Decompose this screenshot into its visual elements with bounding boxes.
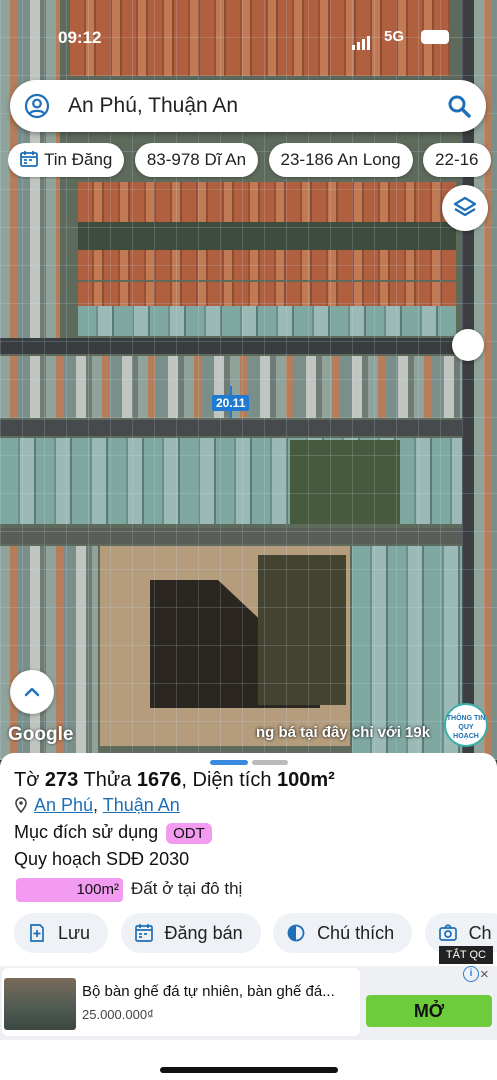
planning-info-logo[interactable]: THÔNG TIN QUY HOẠCH	[444, 703, 488, 747]
purpose-label: Mục đích sử dụng	[14, 822, 159, 842]
save-button[interactable]: Lưu	[14, 913, 109, 953]
chip-more[interactable]: 22-16	[423, 143, 491, 177]
map-block	[78, 282, 456, 306]
status-bar: 09:12 5G	[0, 0, 497, 70]
opacity-slider-handle[interactable]	[452, 329, 484, 361]
land-purpose: Mục đích sử dụng ODT	[14, 822, 212, 844]
sheet-handle[interactable]	[210, 760, 248, 765]
ad-price: 25.000.000₫	[82, 1007, 154, 1022]
map-block	[78, 222, 456, 250]
parcel-location: An Phú, Thuận An	[14, 795, 180, 816]
network-type: 5G	[384, 28, 405, 45]
chevron-up-icon	[24, 687, 40, 697]
listing-icon	[20, 151, 38, 167]
layers-button[interactable]	[442, 185, 488, 231]
ad-close-icon[interactable]: ×	[480, 966, 489, 983]
ad-card[interactable]: Bộ bàn ghế đá tự nhiên, bàn ghế đá... 25…	[2, 968, 360, 1036]
parcel-number: 1676	[136, 769, 182, 791]
parcel-title: Tờ 273 Thửa 1676, Diện tích 100m²	[14, 769, 335, 792]
scrub-area	[258, 555, 346, 705]
district-link[interactable]: Thuận An	[103, 795, 180, 815]
expand-up-button[interactable]	[10, 670, 54, 714]
bookmark-add-icon	[30, 924, 44, 942]
contrast-icon	[287, 924, 305, 942]
listing-icon	[134, 924, 153, 942]
legend-label: Chú thích	[317, 923, 395, 943]
user-icon[interactable]	[24, 93, 50, 119]
home-indicator[interactable]	[160, 1067, 338, 1073]
ad-image	[4, 978, 76, 1030]
location-separator: ,	[93, 795, 99, 815]
road	[0, 338, 497, 354]
plot-label[interactable]: 20.11	[212, 395, 250, 411]
ad-open-button[interactable]: MỞ	[366, 995, 492, 1027]
search-icon[interactable]	[446, 93, 472, 119]
search-bar[interactable]: An Phú, Thuận An	[10, 80, 486, 132]
search-input[interactable]: An Phú, Thuận An	[68, 94, 238, 118]
sheet-handle-secondary[interactable]	[252, 760, 288, 765]
status-time: 09:12	[58, 28, 102, 47]
map-block	[78, 306, 456, 336]
plan-title: Quy hoạch SDĐ 2030	[14, 849, 190, 869]
road	[0, 420, 497, 436]
road	[0, 528, 497, 544]
ad-info-icon[interactable]: i	[463, 966, 479, 982]
google-attribution: Google	[8, 724, 74, 745]
save-label: Lưu	[58, 923, 91, 943]
capture-label: Ch	[468, 923, 492, 943]
location-pin-icon	[15, 797, 27, 813]
promo-banner[interactable]: ng bá tại đây chỉ với 19k	[256, 724, 430, 741]
legend-button[interactable]: Chú thích	[273, 913, 413, 953]
parcel-sheet: Tờ 273 Thửa 1676, Diện tích 100m² An Phú…	[0, 753, 497, 1080]
chip-tin-dang[interactable]: Tin Đăng	[8, 143, 125, 177]
battery-icon	[421, 30, 449, 44]
plan-area-description: Đất ở tại đô thị	[131, 879, 243, 898]
map-block	[78, 250, 456, 280]
ward-link[interactable]: An Phú	[34, 795, 93, 815]
sheet-number: 273	[44, 769, 79, 791]
layers-icon	[453, 196, 477, 217]
hide-ads-button[interactable]: TẮT QC	[438, 946, 493, 964]
ad-banner[interactable]: TẮT QC Bộ bàn ghế đá tự nhiên, bàn ghế đ…	[0, 946, 497, 1040]
ad-title: Bộ bàn ghế đá tự nhiên, bàn ghế đá...	[82, 983, 335, 1000]
area-word: , Diện tích	[181, 769, 272, 791]
map-block	[78, 182, 456, 222]
chip-label: 22-16	[435, 150, 479, 169]
chip-label: 83-978 Dĩ An	[146, 150, 247, 169]
parcel-area: 100m²	[277, 769, 335, 791]
chip-di-an[interactable]: 83-978 Dĩ An	[134, 143, 259, 177]
plan-area-bar: 100m²	[16, 878, 123, 902]
chip-an-long[interactable]: 23-186 An Long	[268, 143, 413, 177]
post-sale-label: Đăng bán	[164, 923, 243, 943]
post-sale-button[interactable]: Đăng bán	[120, 913, 261, 953]
chip-label: 23-186 An Long	[280, 150, 401, 169]
signal-icon	[352, 30, 374, 50]
action-row: Lưu Đăng bán Chú thích Ch	[14, 913, 497, 955]
filter-chips: Tin Đăng 83-978 Dĩ An 23-186 An Long 22-…	[8, 143, 497, 179]
purpose-badge: ODT	[166, 823, 212, 844]
tree-area	[290, 440, 400, 524]
camera-icon	[438, 924, 457, 941]
chip-label: Tin Đăng	[44, 150, 113, 169]
title-prefix: Tờ	[14, 769, 40, 791]
parcel-word: Thửa	[83, 769, 132, 791]
